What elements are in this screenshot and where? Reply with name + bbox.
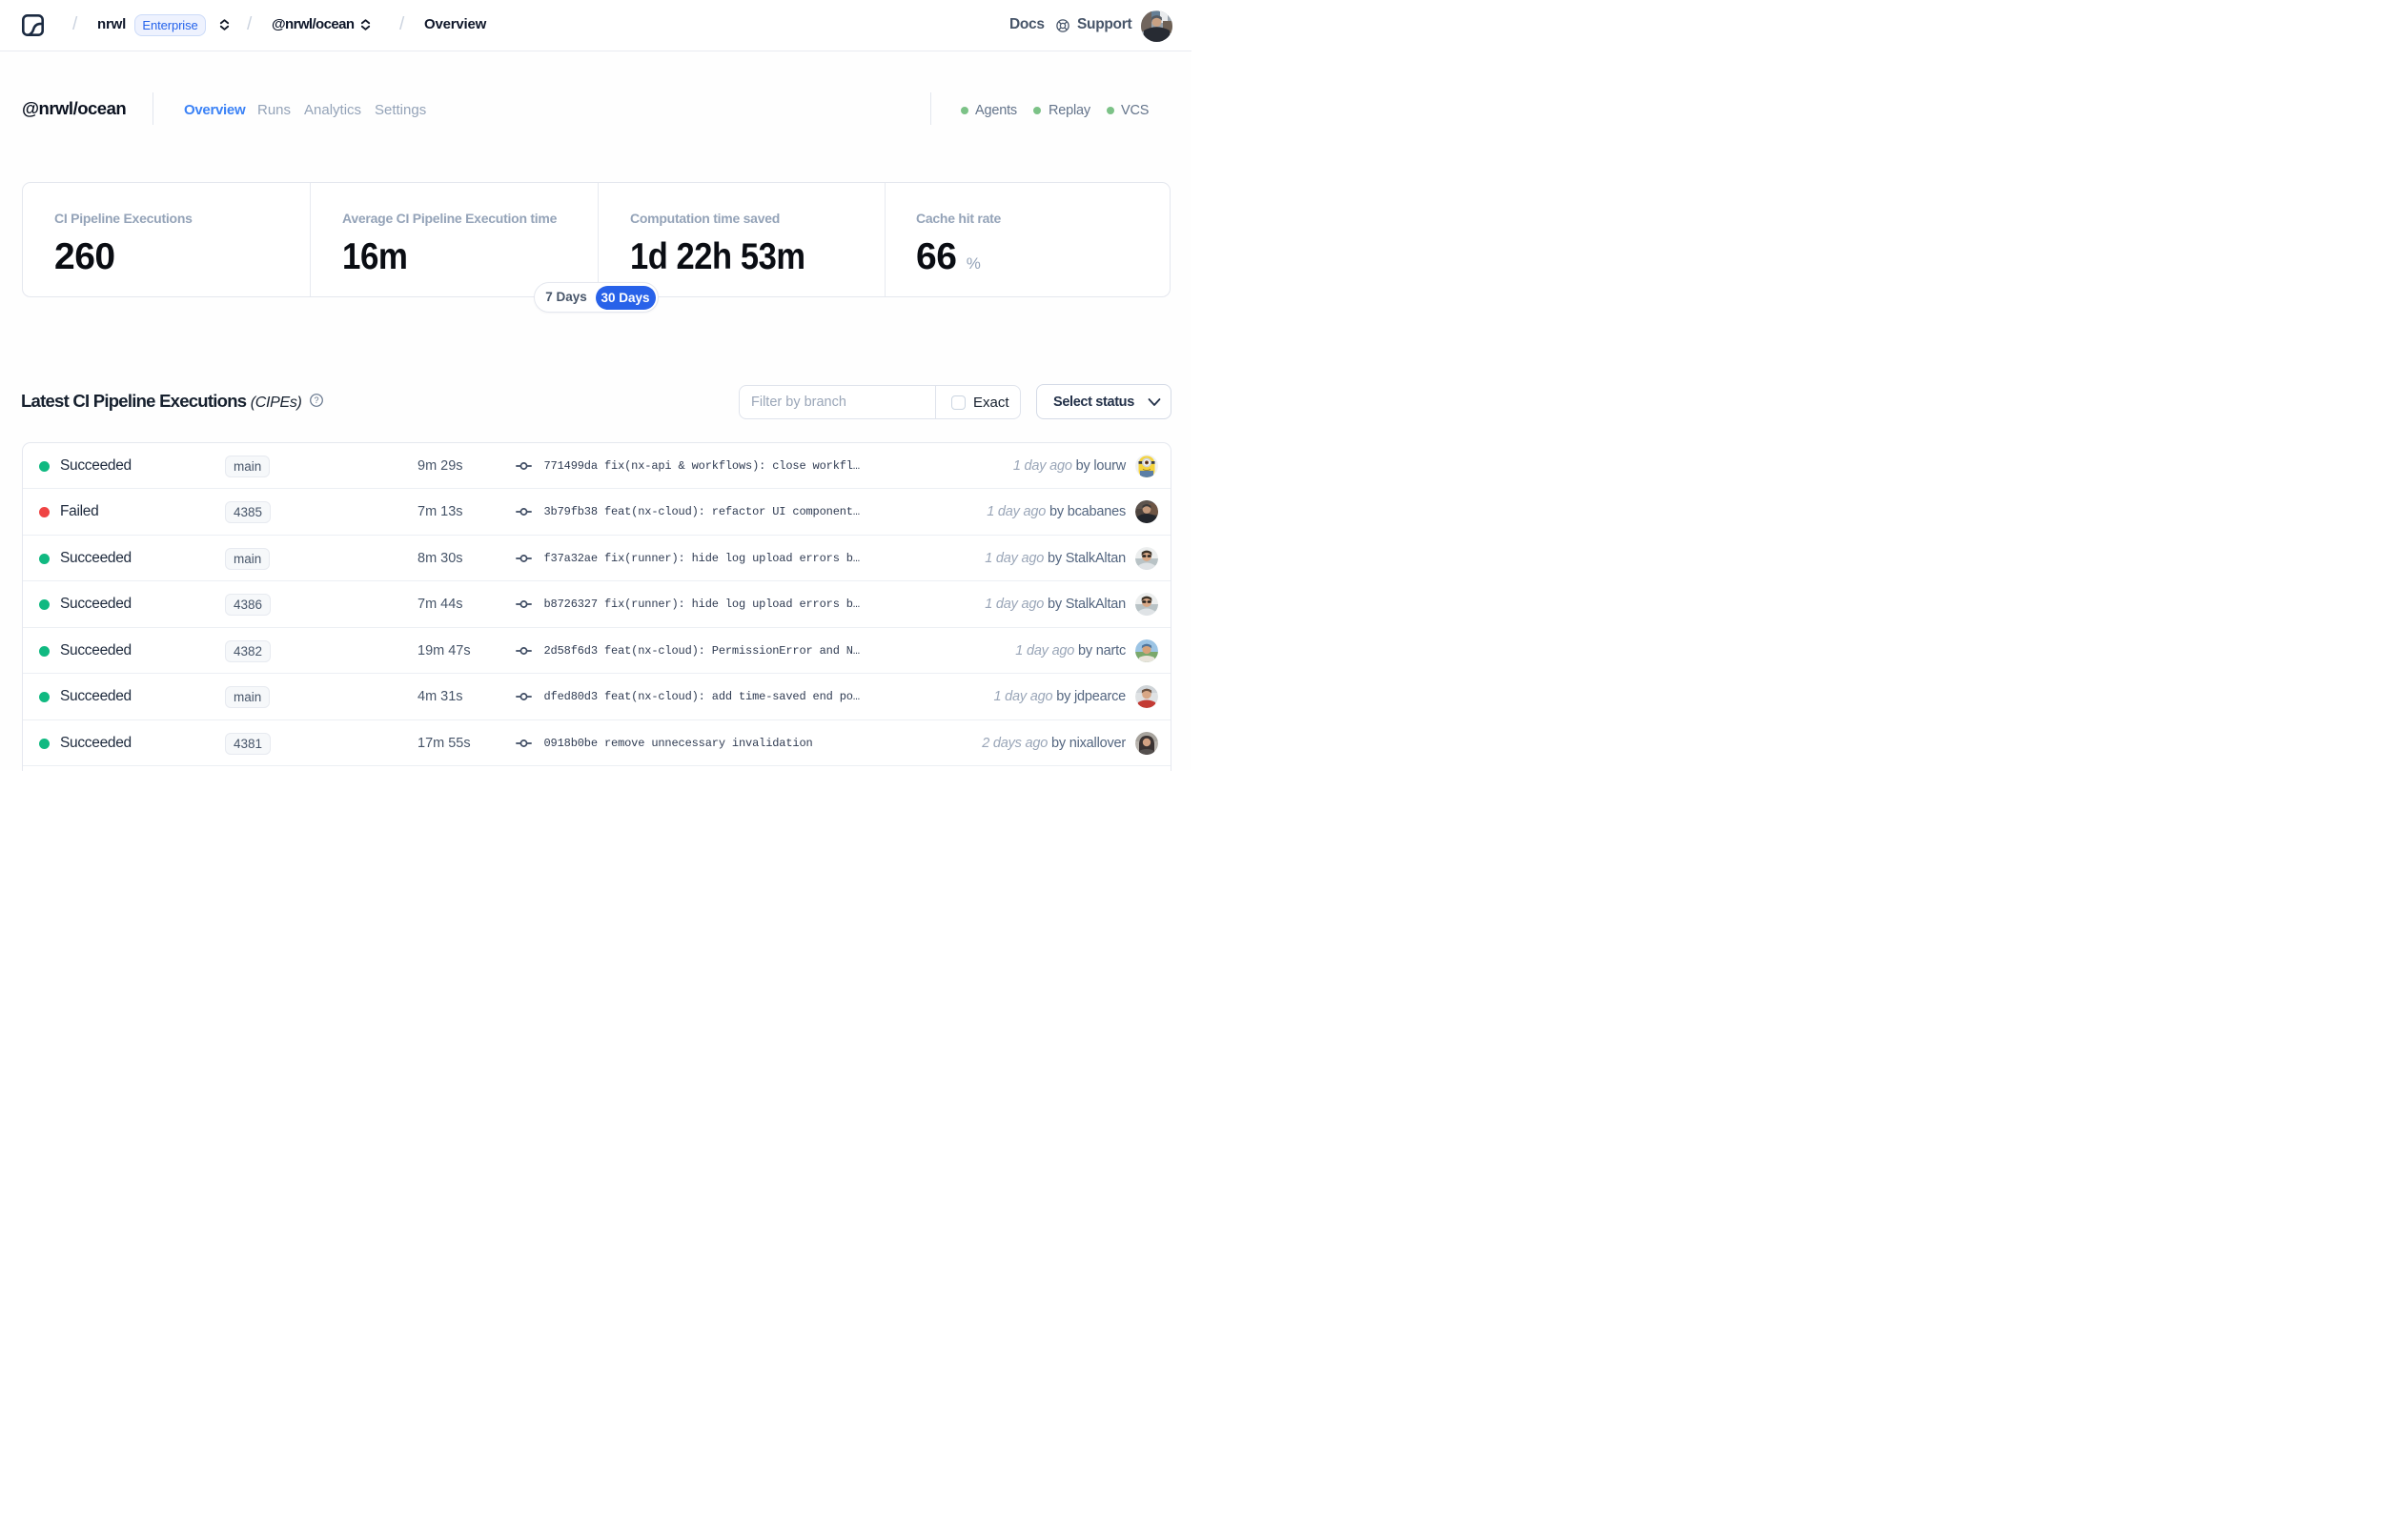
svg-text:?: ? [314, 395, 318, 405]
